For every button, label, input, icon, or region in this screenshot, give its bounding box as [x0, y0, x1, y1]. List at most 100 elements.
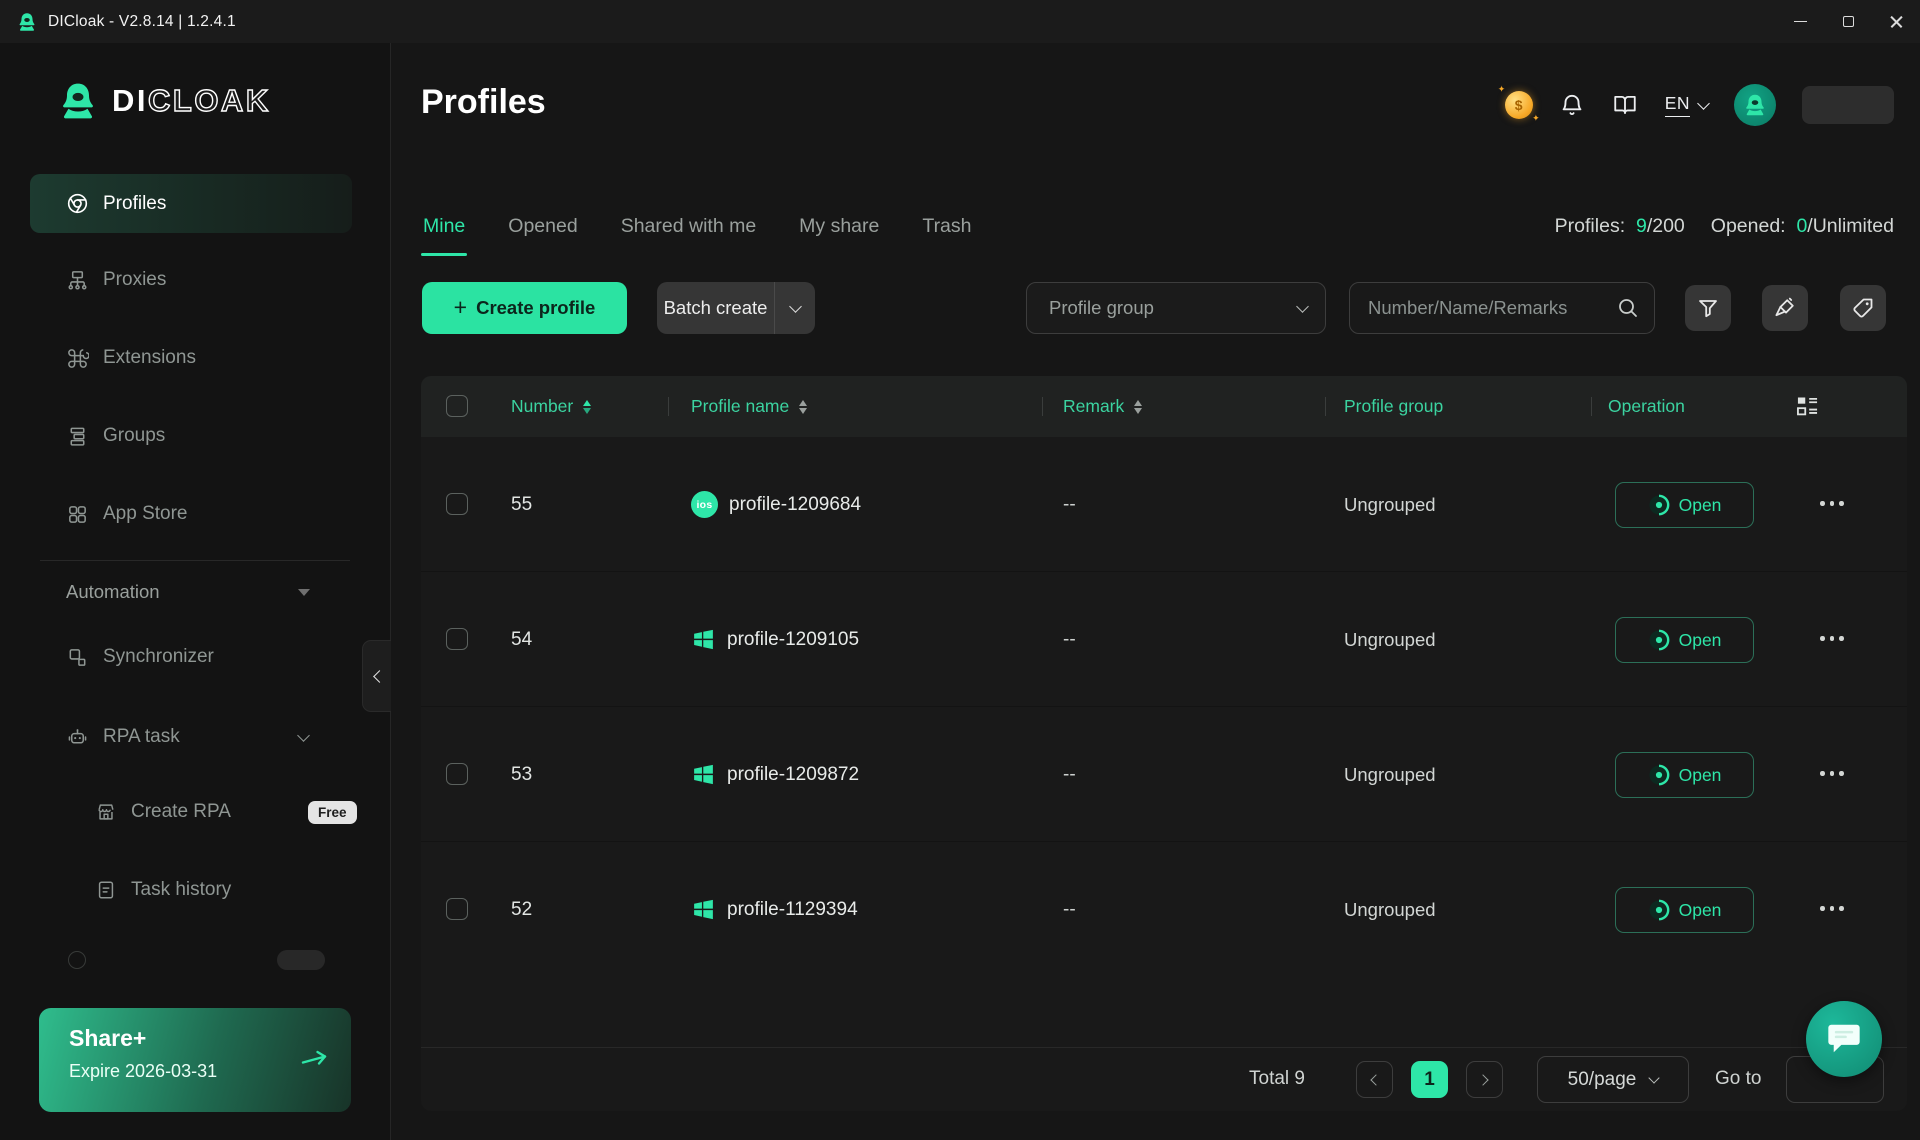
sidebar-item-label: App Store [103, 503, 188, 524]
column-header-operation: Operation [1608, 376, 1685, 437]
cell-profile-group: Ungrouped [1344, 763, 1436, 785]
minimize-button[interactable] [1776, 0, 1824, 43]
opened-quota: Opened: 0/Unlimited [1711, 215, 1894, 238]
sidebar-item-proxies[interactable]: Proxies [30, 252, 352, 308]
share-promo-card[interactable]: Share+ Expire 2026-03-31 [39, 1008, 351, 1112]
main-content: Profiles $ ✦ ✦ EN Mine Opened Shared with … [391, 43, 1920, 1140]
column-header-number[interactable]: Number [511, 376, 592, 437]
username-redacted [1802, 86, 1894, 124]
app-grid-icon [69, 505, 86, 523]
filter-button[interactable] [1685, 285, 1731, 331]
coin-rewards-icon[interactable]: $ ✦ ✦ [1498, 84, 1540, 123]
column-label: Remark [1063, 396, 1125, 416]
row-checkbox[interactable] [446, 898, 468, 920]
create-profile-label: Create profile [476, 297, 596, 318]
chevron-down-icon [788, 299, 802, 313]
column-settings-button[interactable] [1794, 393, 1821, 425]
cell-remark: -- [1063, 493, 1076, 515]
column-label: Profile name [691, 396, 790, 416]
support-chat-button[interactable] [1806, 1001, 1882, 1077]
column-separator [1325, 397, 1326, 416]
sidebar-item-rpa-task[interactable]: RPA task [30, 709, 352, 765]
sidebar-item-task-history[interactable]: Task history [30, 862, 352, 918]
column-header-profile-name[interactable]: Profile name [691, 376, 808, 437]
table-footer: Total 9 1 50/page Go to [421, 1047, 1907, 1111]
sidebar-section-automation[interactable]: Automation [30, 564, 352, 620]
docs-book-icon[interactable] [1611, 92, 1639, 118]
groups-icon [70, 427, 85, 446]
open-profile-button[interactable]: Open [1615, 752, 1754, 798]
page-size-select[interactable]: 50/page [1537, 1056, 1689, 1103]
quota-stats: Profiles: 9/200 Opened: 0/Unlimited [1555, 215, 1894, 238]
batch-create-label: Batch create [663, 297, 768, 318]
tab-trash[interactable]: Trash [920, 193, 973, 256]
sidebar-item-create-rpa[interactable]: Create RPA Free [30, 784, 357, 840]
next-page-button[interactable] [1466, 1061, 1503, 1098]
prev-page-button[interactable] [1356, 1061, 1393, 1098]
open-profile-button[interactable]: Open [1615, 482, 1754, 528]
robot-icon [68, 728, 87, 744]
column-separator [1042, 397, 1043, 416]
chrome-icon [67, 193, 88, 214]
close-button[interactable] [1872, 0, 1920, 43]
windows-os-icon [694, 764, 713, 785]
sidebar-item-groups[interactable]: Groups [30, 408, 352, 464]
proxy-network-icon [68, 270, 87, 290]
batch-create-button[interactable]: Batch create [657, 282, 815, 334]
tab-opened[interactable]: Opened [506, 193, 579, 256]
language-selector[interactable]: EN [1664, 93, 1710, 117]
batch-create-dropdown[interactable] [775, 299, 815, 313]
profile-group-select[interactable]: Profile group [1026, 282, 1326, 334]
row-more-actions-button[interactable] [1818, 495, 1846, 512]
sidebar-item-extensions[interactable]: Extensions [30, 330, 352, 386]
total-count: Total 9 [1249, 1068, 1305, 1089]
chat-bubble-icon [1828, 1024, 1860, 1053]
search-icon[interactable] [1616, 296, 1640, 320]
tab-my-share[interactable]: My share [797, 193, 881, 256]
table-header: Number Profile name Remark Profile group [421, 376, 1907, 437]
column-separator [1591, 397, 1592, 416]
cell-profile-name: profile-1209105 [691, 572, 859, 707]
sort-icon [799, 399, 808, 415]
sidebar: DI CLOAK Profiles Proxies Extensions Gro… [0, 43, 391, 1140]
sidebar-collapse-handle[interactable] [362, 640, 391, 712]
tag-button[interactable] [1840, 285, 1886, 331]
column-label: Operation [1608, 396, 1685, 416]
page-number-current[interactable]: 1 [1411, 1061, 1448, 1098]
row-checkbox[interactable] [446, 628, 468, 650]
opened-quota-label: Opened: [1710, 215, 1786, 237]
row-more-actions-button[interactable] [1818, 630, 1846, 647]
row-more-actions-button[interactable] [1818, 765, 1846, 782]
select-all-checkbox[interactable] [446, 395, 468, 417]
tab-mine[interactable]: Mine [421, 193, 468, 256]
sidebar-item-label: Groups [103, 425, 166, 446]
row-checkbox[interactable] [446, 493, 468, 515]
sidebar-item-partial-badge [277, 950, 325, 970]
sidebar-item-synchronizer[interactable]: Synchronizer [30, 629, 352, 685]
clean-brush-button[interactable] [1762, 285, 1808, 331]
chevron-down-icon [297, 728, 310, 742]
row-checkbox[interactable] [446, 763, 468, 785]
brand-logo-icon [63, 83, 93, 119]
sidebar-item-app-store[interactable]: App Store [30, 486, 352, 542]
tab-shared-with-me[interactable]: Shared with me [619, 193, 758, 256]
avatar[interactable] [1734, 84, 1776, 126]
document-icon [98, 881, 114, 899]
open-profile-button[interactable]: Open [1615, 887, 1754, 933]
cell-remark: -- [1063, 628, 1076, 650]
row-more-actions-button[interactable] [1818, 900, 1846, 917]
opened-used: 0 [1796, 215, 1808, 237]
notifications-bell-icon[interactable] [1559, 92, 1585, 118]
table-row: 55 ios profile-1209684 -- Ungrouped Open [421, 437, 1907, 572]
cell-number: 53 [511, 763, 533, 785]
column-label: Profile group [1344, 396, 1444, 416]
store-icon [98, 804, 114, 820]
maximize-button[interactable] [1824, 0, 1872, 43]
open-profile-button[interactable]: Open [1615, 617, 1754, 663]
sidebar-item-profiles[interactable]: Profiles [30, 174, 352, 233]
column-header-remark[interactable]: Remark [1063, 376, 1143, 437]
search-input[interactable] [1368, 297, 1616, 319]
windows-os-icon [694, 899, 713, 920]
create-profile-button[interactable]: + Create profile [422, 282, 627, 334]
sidebar-item-label: Profiles [103, 192, 167, 214]
